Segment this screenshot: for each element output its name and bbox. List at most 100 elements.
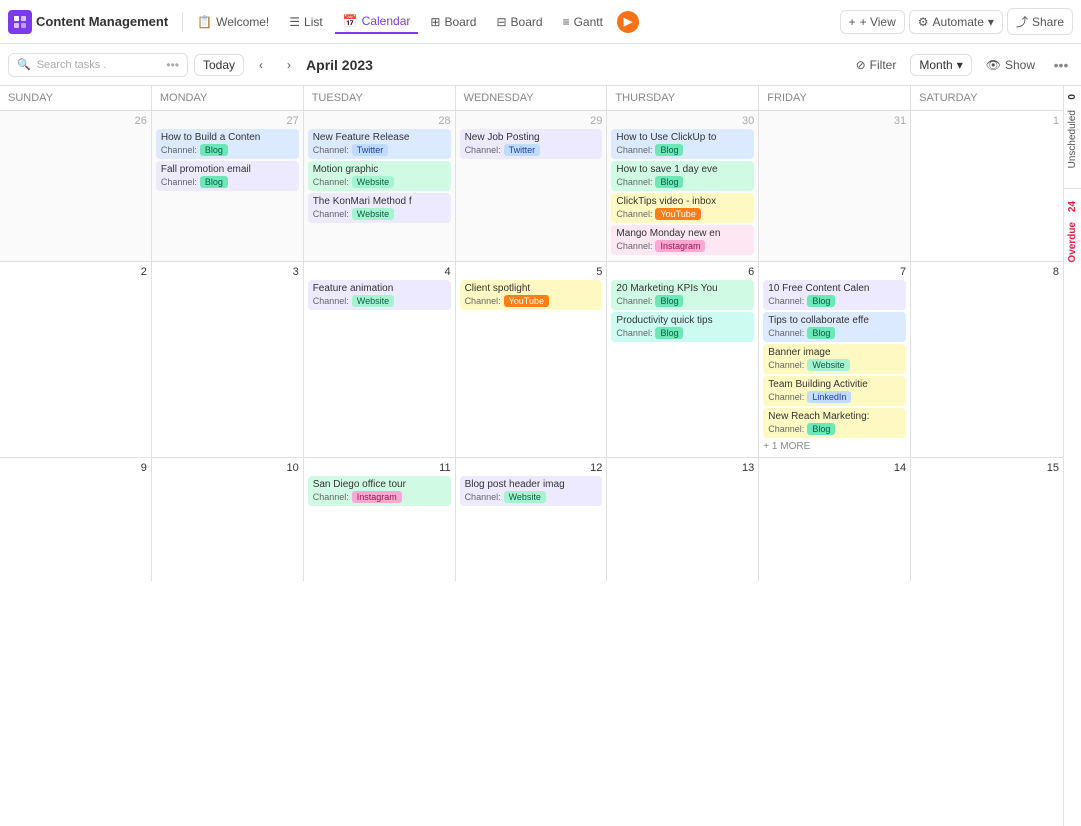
day-mar26: 26 <box>0 111 152 261</box>
task-card[interactable]: How to save 1 day eve Channel: Blog <box>611 161 754 191</box>
task-channel: Channel: Instagram <box>616 240 749 252</box>
more-link[interactable]: + 1 MORE <box>763 440 906 453</box>
filter-button[interactable]: ⊘ Filter <box>848 55 905 75</box>
header-thursday: Thursday <box>607 86 759 110</box>
day-apr9: 9 <box>0 458 152 581</box>
task-channel: Channel: Blog <box>161 176 294 188</box>
day-apr6: 6 20 Marketing KPIs You Channel: Blog Pr… <box>607 262 759 457</box>
task-card[interactable]: The KonMari Method f Channel: Website <box>308 193 451 223</box>
task-title: Banner image <box>768 347 901 358</box>
calendar-wrapper: Sunday Monday Tuesday Wednesday Thursday… <box>0 86 1081 826</box>
task-card[interactable]: Productivity quick tips Channel: Blog <box>611 312 754 342</box>
top-nav: Content Management 📋 Welcome! ☰ List 📅 C… <box>0 0 1081 44</box>
task-title: San Diego office tour <box>313 479 446 490</box>
day-num: 14 <box>763 462 906 474</box>
task-title: Feature animation <box>313 283 446 294</box>
task-title: Team Building Activitie <box>768 379 901 390</box>
task-channel: Channel: Instagram <box>313 491 446 503</box>
day-num: 4 <box>308 266 451 278</box>
task-card[interactable]: New Reach Marketing: Channel: Blog <box>763 408 906 438</box>
nav-separator <box>182 12 183 32</box>
task-card[interactable]: Client spotlight Channel: YouTube <box>460 280 603 310</box>
channel-badge: Twitter <box>504 144 541 156</box>
day-mar28: 28 New Feature Release Channel: Twitter … <box>304 111 456 261</box>
calendar-main: Sunday Monday Tuesday Wednesday Thursday… <box>0 86 1063 826</box>
day-num: 7 <box>763 266 906 278</box>
search-box[interactable]: 🔍 Search tasks . ••• <box>8 53 188 77</box>
day-num: 28 <box>308 115 451 127</box>
task-channel: Channel: Blog <box>616 176 749 188</box>
unscheduled-label[interactable]: Unscheduled <box>1067 102 1078 176</box>
task-channel: Channel: YouTube <box>465 295 598 307</box>
task-channel: Channel: Blog <box>616 327 749 339</box>
task-card[interactable]: Mango Monday new en Channel: Instagram <box>611 225 754 255</box>
task-card[interactable]: 10 Free Content Calen Channel: Blog <box>763 280 906 310</box>
task-card[interactable]: Fall promotion email Channel: Blog <box>156 161 299 191</box>
task-card[interactable]: How to Use ClickUp to Channel: Blog <box>611 129 754 159</box>
task-channel: Channel: LinkedIn <box>768 391 901 403</box>
expand-views-button[interactable]: ▶ <box>617 11 639 33</box>
day-num: 8 <box>915 266 1059 278</box>
unscheduled-count: 0 <box>1067 94 1078 100</box>
next-month-button[interactable]: › <box>278 54 300 76</box>
nav-item-calendar[interactable]: 📅 Calendar <box>335 10 419 34</box>
header-monday: Monday <box>152 86 304 110</box>
task-card[interactable]: Team Building Activitie Channel: LinkedI… <box>763 376 906 406</box>
task-card[interactable]: Blog post header imag Channel: Website <box>460 476 603 506</box>
show-button[interactable]: 👁 Show <box>978 55 1043 75</box>
overdue-count: 24 <box>1067 201 1078 212</box>
task-title: Blog post header imag <box>465 479 598 490</box>
task-channel: Channel: Website <box>465 491 598 503</box>
task-card[interactable]: San Diego office tour Channel: Instagram <box>308 476 451 506</box>
header-friday: Friday <box>759 86 911 110</box>
gantt-icon: ≡ <box>563 15 570 29</box>
task-title: Fall promotion email <box>161 164 294 175</box>
header-sunday: Sunday <box>0 86 152 110</box>
nav-item-board2[interactable]: ⊟ Board <box>488 11 550 33</box>
automate-button[interactable]: ⚙ Automate ▾ <box>909 10 1003 34</box>
day-num: 27 <box>156 115 299 127</box>
task-card[interactable]: Banner image Channel: Website <box>763 344 906 374</box>
today-button[interactable]: Today <box>194 54 244 76</box>
day-apr15: 15 <box>911 458 1063 581</box>
day-apr10: 10 <box>152 458 304 581</box>
day-num: 2 <box>4 266 147 278</box>
prev-month-button[interactable]: ‹ <box>250 54 272 76</box>
channel-badge: YouTube <box>655 208 700 220</box>
task-channel: Channel: Blog <box>161 144 294 156</box>
side-panel: 0 Unscheduled 24 Overdue <box>1063 86 1081 826</box>
nav-item-board1[interactable]: ⊞ Board <box>422 11 484 33</box>
day-apr4: 4 Feature animation Channel: Website <box>304 262 456 457</box>
search-more-icon: ••• <box>166 58 179 72</box>
overdue-label[interactable]: Overdue <box>1067 214 1078 271</box>
day-num: 13 <box>611 462 754 474</box>
task-card[interactable]: Tips to collaborate effe Channel: Blog <box>763 312 906 342</box>
task-card[interactable]: Feature animation Channel: Website <box>308 280 451 310</box>
nav-item-gantt[interactable]: ≡ Gantt <box>555 11 611 33</box>
task-channel: Channel: YouTube <box>616 208 749 220</box>
task-card[interactable]: 20 Marketing KPIs You Channel: Blog <box>611 280 754 310</box>
task-card[interactable]: Motion graphic Channel: Website <box>308 161 451 191</box>
task-title: How to Use ClickUp to <box>616 132 749 143</box>
nav-item-list[interactable]: ☰ List <box>281 11 330 33</box>
task-card[interactable]: How to Build a Conten Channel: Blog <box>156 129 299 159</box>
task-card[interactable]: New Job Posting Channel: Twitter <box>460 129 603 159</box>
task-channel: Channel: Website <box>313 208 446 220</box>
task-channel: Channel: Twitter <box>465 144 598 156</box>
day-num: 31 <box>763 115 906 127</box>
calendar-row-1: 26 27 How to Build a Conten Channel: Blo… <box>0 111 1063 262</box>
add-view-button[interactable]: + + View <box>840 10 905 34</box>
channel-badge: Blog <box>200 176 228 188</box>
more-options-button[interactable]: ••• <box>1049 53 1073 77</box>
nav-item-welcome[interactable]: 📋 Welcome! <box>189 11 277 33</box>
channel-badge: Twitter <box>352 144 389 156</box>
month-select[interactable]: Month ▾ <box>910 54 971 76</box>
task-card[interactable]: ClickTips video - inbox Channel: YouTube <box>611 193 754 223</box>
day-apr11: 11 San Diego office tour Channel: Instag… <box>304 458 456 581</box>
task-card[interactable]: New Feature Release Channel: Twitter <box>308 129 451 159</box>
share-button[interactable]: ⤴ Share <box>1007 8 1073 35</box>
task-title: 20 Marketing KPIs You <box>616 283 749 294</box>
day-apr5: 5 Client spotlight Channel: YouTube <box>456 262 608 457</box>
automate-chevron-icon: ▾ <box>988 15 994 29</box>
channel-badge: Website <box>352 208 394 220</box>
